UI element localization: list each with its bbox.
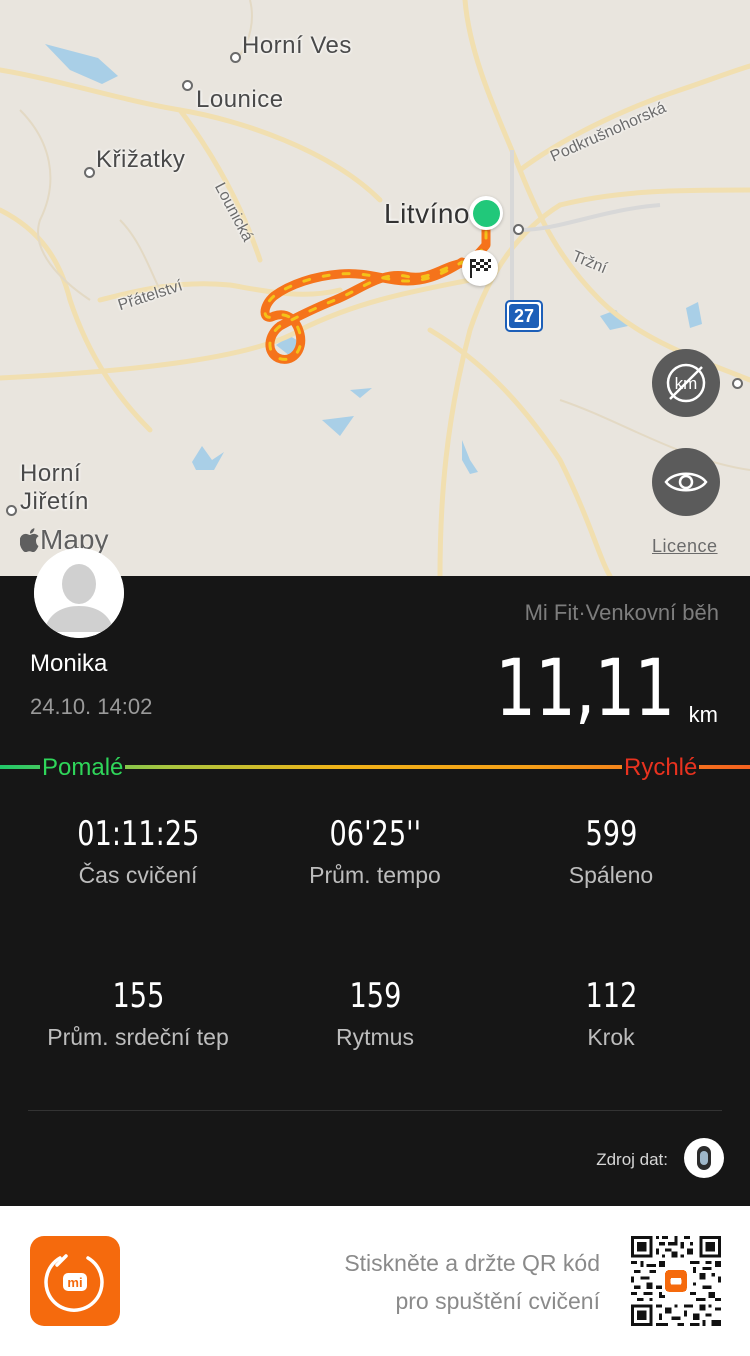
stat-duration: 01:11:25 Čas cvičení — [13, 814, 263, 889]
finish-flag-icon — [462, 250, 498, 286]
place-label-lounice: Lounice — [196, 86, 284, 113]
show-route-toggle-button[interactable] — [652, 448, 720, 516]
city-dot — [732, 378, 743, 389]
svg-text:mi: mi — [67, 1275, 82, 1290]
km-off-icon: km — [666, 363, 706, 403]
place-label-krizatky: Křižatky — [96, 146, 186, 173]
workout-source-type: Mi Fit·Venkovní běh — [524, 600, 719, 625]
distance-value: 11,11 — [494, 644, 675, 734]
stat-avg-pace: 06'25'' Prům. tempo — [250, 814, 500, 889]
stat-label: Čas cvičení — [78, 862, 198, 888]
route-map[interactable]: Horní Ves Lounice Křižatky Litvínov Horn… — [0, 0, 750, 576]
apple-icon — [20, 528, 39, 552]
workout-summary-panel: Monika 24.10. 14:02 Mi Fit·Venkovní běh … — [0, 548, 750, 1206]
start-dot — [472, 199, 500, 227]
workout-date: 24.10. 14:02 — [30, 694, 153, 719]
city-dot — [6, 505, 17, 516]
stat-value: 112 — [585, 976, 637, 1016]
road-shield: 27 — [505, 300, 543, 332]
qr-hint-line-2: pro spuštění cvičení — [395, 1288, 600, 1314]
road-number: 27 — [509, 304, 539, 328]
eye-icon — [664, 472, 708, 492]
stat-label: Rytmus — [336, 1024, 414, 1050]
distance-unit: km — [688, 702, 718, 727]
stat-label: Krok — [587, 1024, 635, 1050]
stat-label: Prům. srdeční tep — [47, 1024, 229, 1050]
stat-value: 01:11:25 — [76, 814, 200, 854]
data-source-label: Zdroj dat: — [596, 1150, 668, 1169]
stat-value: 06'25'' — [329, 814, 421, 854]
stat-cadence: 159 Rytmus — [250, 976, 500, 1051]
share-footer: mi Stiskněte a držte QR kód pro spuštění… — [0, 1206, 750, 1356]
stat-calories: 599 Spáleno — [486, 814, 736, 889]
city-dot — [182, 80, 193, 91]
stat-value: 159 — [349, 976, 401, 1016]
stat-label: Spáleno — [568, 862, 654, 888]
pace-slow-label: Pomalé — [40, 754, 126, 782]
mi-band-device-icon — [684, 1138, 724, 1178]
qr-hint-line-1: Stiskněte a držte QR kód — [344, 1250, 600, 1276]
stat-stride: 112 Krok — [486, 976, 736, 1051]
mi-fit-logo: mi — [30, 1236, 120, 1326]
map-base — [0, 0, 750, 576]
pace-fast-label: Rychlé — [622, 754, 700, 782]
divider — [28, 1110, 722, 1111]
city-dot — [230, 52, 241, 63]
qr-hint-text: Stiskněte a držte QR kód pro spuštění cv… — [344, 1244, 600, 1320]
city-dot — [84, 167, 95, 178]
avatar[interactable] — [34, 548, 124, 638]
licence-link[interactable]: Licence — [652, 536, 718, 557]
city-dot — [513, 224, 524, 235]
place-label-horni-ves: Horní Ves — [242, 32, 352, 59]
stat-value: 599 — [585, 814, 637, 854]
start-marker — [469, 196, 503, 230]
stat-value: 155 — [112, 976, 164, 1016]
default-avatar-icon — [34, 548, 124, 638]
qr-code[interactable] — [631, 1236, 721, 1326]
stat-label: Prům. tempo — [309, 862, 441, 888]
stat-avg-heart-rate: 155 Prům. srdeční tep — [13, 976, 263, 1051]
place-label-horni-jiretin: Horní Jiřetín — [20, 460, 89, 515]
km-markers-toggle-button[interactable]: km — [652, 349, 720, 417]
user-name: Monika — [30, 650, 108, 677]
